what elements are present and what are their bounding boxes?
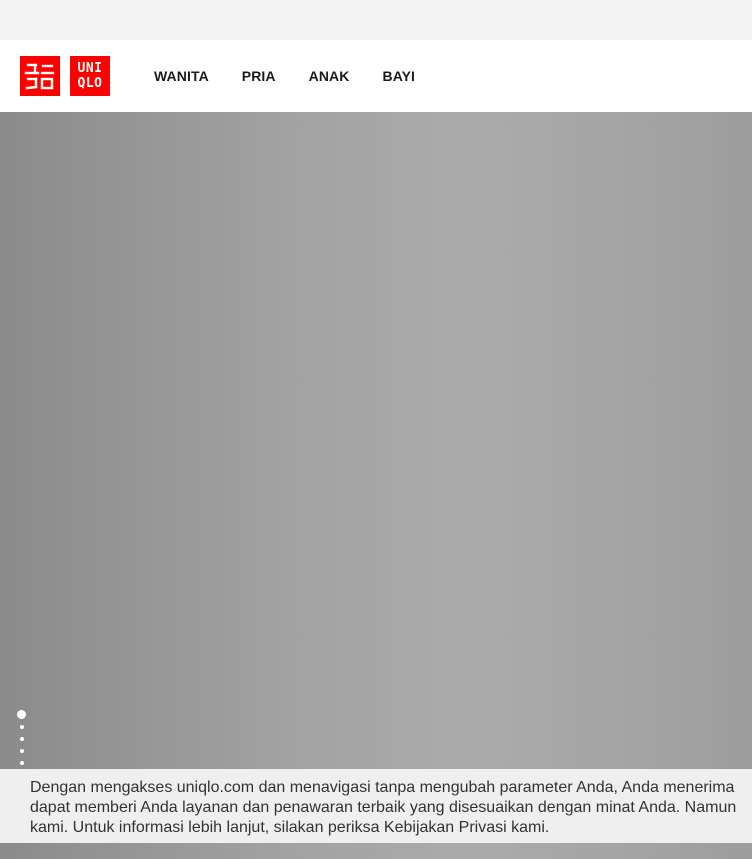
uniqlo-logo[interactable]: UNI QLO	[20, 56, 110, 96]
cookie-banner: Dengan mengakses uniqlo.com dan menaviga…	[0, 769, 752, 843]
nav-item-pria[interactable]: PRIA	[242, 68, 276, 84]
logo-latin-line2: QLO	[77, 76, 103, 91]
nav-item-wanita[interactable]: WANITA	[154, 68, 209, 84]
nav-item-anak[interactable]: ANAK	[309, 68, 350, 84]
carousel-dot-active[interactable]	[17, 710, 26, 719]
logo-katakana-block	[20, 56, 60, 96]
cookie-text-line1: Dengan mengakses uniqlo.com dan menaviga…	[30, 779, 735, 796]
hero-banner[interactable]	[0, 112, 752, 859]
katakana-logo-icon	[24, 63, 55, 90]
logo-latin-line1: UNI	[77, 61, 103, 76]
main-nav: WANITA PRIA ANAK BAYI	[154, 40, 448, 112]
nav-item-bayi[interactable]: BAYI	[382, 68, 415, 84]
carousel-dot[interactable]	[20, 737, 24, 741]
carousel-dot[interactable]	[20, 761, 24, 765]
site-header: UNI QLO WANITA PRIA ANAK BAYI	[0, 40, 752, 112]
logo-latin-block: UNI QLO	[70, 56, 110, 96]
cookie-text-line3: kami. Untuk informasi lebih lanjut, sila…	[30, 819, 550, 836]
carousel-dot[interactable]	[20, 749, 24, 753]
carousel-dot[interactable]	[20, 725, 24, 729]
cookie-text-line2: dapat memberi Anda layanan dan penawaran…	[30, 799, 737, 816]
top-strip	[0, 0, 752, 40]
